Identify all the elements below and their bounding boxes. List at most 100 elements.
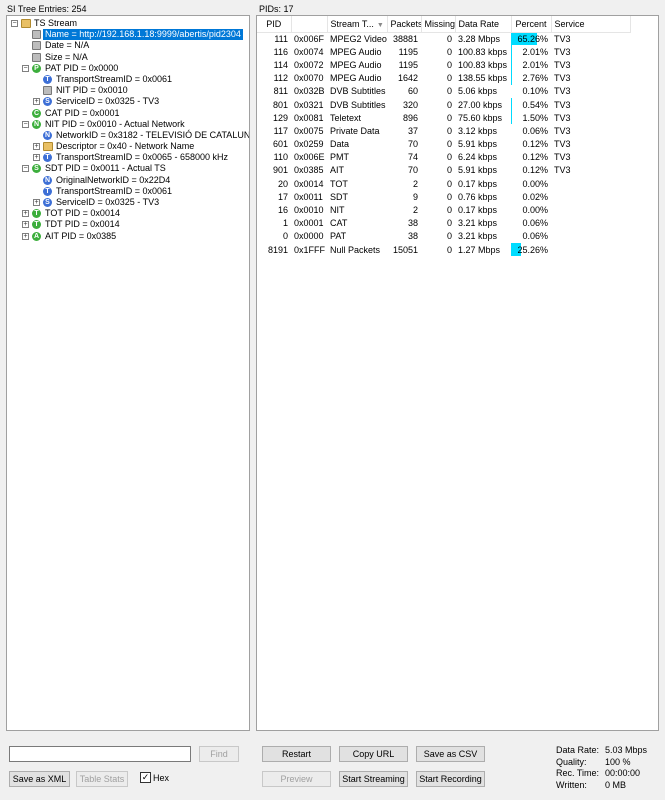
collapse-icon[interactable]: −: [22, 64, 29, 72]
table-row[interactable]: 16 0x0010 NIT 2 0 0.17 kbps 0.00%: [257, 203, 630, 216]
node-n-icon: N: [43, 175, 52, 185]
tree-node[interactable]: − TS Stream: [7, 18, 249, 29]
tree-node[interactable]: + S ServiceID = 0x0325 - TV3: [7, 197, 249, 208]
stream-type-cell: MPEG Audio: [330, 73, 382, 84]
percent-cell: 0.12%: [511, 137, 551, 151]
stream-type-cell: PMT: [330, 152, 349, 163]
column-header-stream-type[interactable]: Stream T... ▼: [327, 16, 388, 33]
tree-node[interactable]: − N NIT PID = 0x0010 - Actual Network: [7, 119, 249, 130]
hex-cell: 0x0011: [294, 191, 323, 202]
pid-cell: 601: [272, 139, 288, 150]
column-header-data-rate[interactable]: Data Rate: [455, 16, 512, 33]
collapse-icon[interactable]: −: [11, 20, 18, 27]
table-row[interactable]: 110 0x006E PMT 74 0 6.24 kbps 0.12% TV3: [257, 150, 630, 164]
si-tree-panel[interactable]: − TS Stream Name = http://192.168.1.18:999…: [6, 15, 250, 731]
tree-node[interactable]: + S ServiceID = 0x0325 - TV3: [7, 96, 249, 107]
missing-cell: 0: [446, 99, 452, 110]
tree-node[interactable]: + T TransportStreamID = 0x0065 - 658000 kH…: [7, 152, 249, 163]
save-as-csv-button[interactable]: Save as CSV: [416, 746, 485, 762]
table-row[interactable]: 17 0x0011 SDT 9 0 0.76 kbps 0.02%: [257, 190, 630, 203]
si-tree: − TS Stream Name = http://192.168.1.18:999…: [7, 16, 249, 242]
expand-icon[interactable]: +: [33, 154, 40, 162]
pid-cell: 901: [272, 165, 288, 176]
expand-icon[interactable]: +: [33, 98, 40, 106]
preview-button[interactable]: Preview: [262, 771, 331, 787]
tree-node[interactable]: − S SDT PID = 0x0011 - Actual TS: [7, 163, 249, 174]
find-input[interactable]: [9, 746, 191, 762]
table-row[interactable]: 601 0x0259 Data 70 0 5.91 kbps 0.12% TV3: [257, 137, 630, 151]
si-tree-header: SI Tree Entries: 254: [7, 4, 87, 14]
tree-node[interactable]: − P PAT PID = 0x0000: [7, 63, 249, 74]
data-rate-cell: 1.27 Mbps: [458, 244, 501, 255]
table-stats-button[interactable]: Table Stats: [76, 771, 128, 787]
tree-node-label: NIT PID = 0x0010: [56, 85, 128, 96]
expand-icon[interactable]: +: [33, 143, 40, 151]
percent-value: 25.26%: [517, 244, 548, 255]
expand-icon[interactable]: +: [22, 232, 29, 240]
tree-node[interactable]: NIT PID = 0x0010: [7, 85, 249, 96]
expand-icon[interactable]: +: [33, 199, 40, 206]
collapse-icon[interactable]: −: [22, 165, 29, 173]
service-cell: [551, 177, 630, 190]
column-header-percent[interactable]: Percent: [511, 16, 552, 33]
table-row[interactable]: 8191 0x1FFF Null Packets 15051 0 1.27 Mbps 25.…: [257, 243, 630, 257]
expand-icon[interactable]: +: [22, 210, 29, 218]
table-row[interactable]: 114 0x0072 MPEG Audio 1195 0 100.83 kbps 2.01%…: [257, 58, 630, 72]
tree-node-label: NetworkID = 0x3182 - TELEVISIÓ DE CATALU…: [56, 129, 250, 140]
column-header-hex[interactable]: [291, 16, 328, 33]
table-row[interactable]: 20 0x0014 TOT 2 0 0.17 kbps 0.00%: [257, 177, 630, 190]
hex-cell: 0x0074: [294, 46, 324, 57]
table-row[interactable]: 1 0x0001 CAT 38 0 3.21 kbps 0.06%: [257, 216, 630, 230]
column-header-missing[interactable]: Missing: [421, 16, 456, 33]
tree-node[interactable]: N OriginalNetworkID = 0x22D4: [7, 175, 249, 186]
stream-type-cell: DVB Subtitles: [330, 99, 386, 110]
table-row[interactable]: 0 0x0000 PAT 38 0 3.21 kbps 0.06%: [257, 229, 630, 243]
expand-icon[interactable]: +: [22, 221, 29, 229]
tree-node[interactable]: + A AIT PID = 0x0385: [7, 231, 249, 242]
tree-node[interactable]: + T TOT PID = 0x0014: [7, 208, 249, 219]
pid-cell: 129: [272, 112, 288, 123]
tree-node[interactable]: T TransportStreamID = 0x0061: [7, 186, 249, 197]
tree-node[interactable]: + T TDT PID = 0x0014: [7, 219, 249, 230]
tree-node[interactable]: T TransportStreamID = 0x0061: [7, 74, 249, 85]
folder-icon: [43, 142, 53, 152]
stat-quality: Quality: 100 %: [556, 757, 656, 769]
restart-button[interactable]: Restart: [262, 746, 331, 762]
table-row[interactable]: 116 0x0074 MPEG Audio 1195 0 100.83 kbps 2.01%…: [257, 45, 630, 59]
column-header-service[interactable]: Service: [551, 16, 631, 33]
column-header-pid[interactable]: PID: [257, 16, 292, 33]
pid-table-panel[interactable]: PID Stream T... ▼ Packets Missing Data Ra…: [256, 15, 659, 731]
table-header-row: PID Stream T... ▼ Packets Missing Data Ra…: [257, 16, 631, 33]
tree-node[interactable]: N NetworkID = 0x3182 - TELEVISIÓ DE CATAL…: [7, 130, 249, 141]
table-row[interactable]: 111 0x006F MPEG2 Video 38881 0 3.28 Mbps 65.26…: [257, 32, 630, 46]
tree-node[interactable]: Date = N/A: [7, 40, 249, 51]
table-row[interactable]: 811 0x032B DVB Subtitles 60 0 5.06 kbps 0.10% T…: [257, 84, 630, 98]
stream-type-cell: MPEG Audio: [330, 46, 382, 57]
tree-node[interactable]: Name = http://192.168.1.18:9999/abertis/…: [7, 29, 249, 41]
copy-url-button[interactable]: Copy URL: [339, 746, 408, 762]
table-row[interactable]: 801 0x0321 DVB Subtitles 320 0 27.00 kbps 0.54…: [257, 97, 630, 112]
start-streaming-button[interactable]: Start Streaming: [339, 771, 408, 787]
stat-value: 00:00:00: [605, 768, 641, 778]
find-button[interactable]: Find: [199, 746, 239, 762]
hex-checkbox[interactable]: ✓: [140, 772, 151, 783]
missing-cell: 0: [446, 86, 452, 97]
node-n-icon: N: [32, 119, 41, 129]
table-row[interactable]: 901 0x0385 AIT 70 0 5.91 kbps 0.12% TV3: [257, 163, 630, 178]
tree-node[interactable]: + Descriptor = 0x40 - Network Name: [7, 141, 249, 152]
table-row[interactable]: 129 0x0081 Teletext 896 0 75.60 kbps 1.50% TV3: [257, 111, 630, 125]
table-row[interactable]: 112 0x0070 MPEG Audio 1642 0 138.55 kbps 2.76%…: [257, 71, 630, 85]
stat-rec-time: Rec. Time: 00:00:00: [556, 768, 656, 780]
tree-node[interactable]: C CAT PID = 0x0001: [7, 108, 249, 119]
save-as-xml-button[interactable]: Save as XML: [9, 771, 70, 787]
tree-node[interactable]: Size = N/A: [7, 52, 249, 63]
percent-value: 0.06%: [522, 218, 548, 229]
table-row[interactable]: 117 0x0075 Private Data 37 0 3.12 kbps 0.06% TV…: [257, 124, 630, 138]
hex-cell: 0x0321: [294, 99, 324, 110]
start-recording-button[interactable]: Start Recording: [416, 771, 485, 787]
percent-cell: 1.50%: [511, 111, 551, 125]
collapse-icon[interactable]: −: [22, 120, 29, 128]
service-cell: [551, 230, 630, 243]
column-header-packets[interactable]: Packets: [387, 16, 422, 33]
packets-cell: 38: [407, 218, 418, 229]
